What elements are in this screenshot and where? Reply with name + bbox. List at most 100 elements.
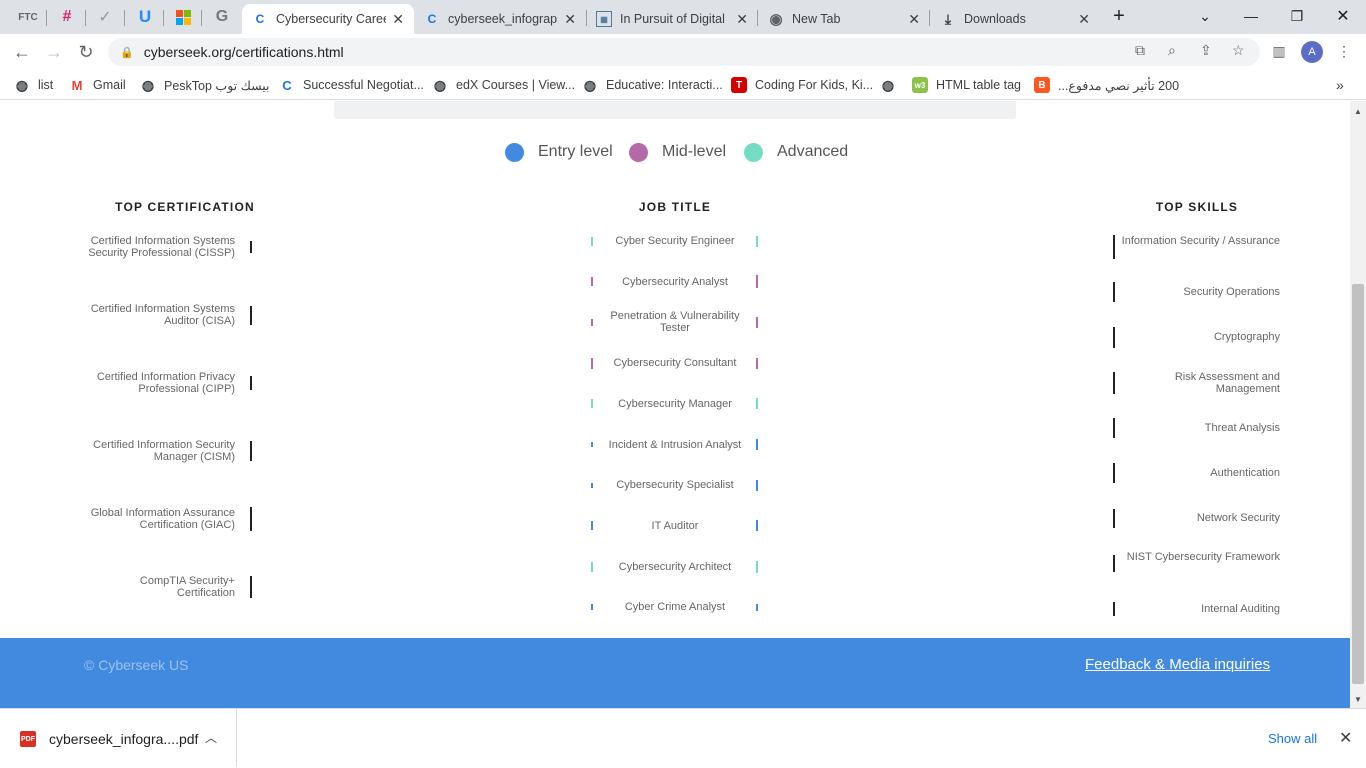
feedback-media-link[interactable]: Feedback & Media inquiries [1085,656,1270,673]
bookmark-edx[interactable]: ◍ edX Courses | View... [432,76,575,94]
minimize-button[interactable]: — [1228,0,1274,32]
tab-separator [85,10,86,26]
skill-bar [1113,601,1115,616]
chevron-up-icon[interactable]: ︿ [205,729,217,746]
close-tab-icon[interactable]: ✕ [736,11,748,28]
pinned-tab-microsoft[interactable] [168,4,198,30]
ftc-icon: FTC [18,11,38,23]
bookmark-blogger[interactable]: B 200 تأثير نصي مدفوع... [1034,76,1179,94]
pinned-tab-slack[interactable]: # [52,4,82,30]
job-bar-left [591,318,593,326]
globe-icon: ◍ [583,76,597,93]
image-icon: ▦ [596,11,612,27]
forward-button[interactable]: → [40,38,68,66]
vertical-scrollbar[interactable]: ▲ ▼ [1350,101,1366,708]
slack-icon: # [62,8,72,25]
c-logo-icon: C [282,77,292,93]
certification-bar [250,507,252,531]
menu-button[interactable]: ⋮ [1333,40,1355,62]
share-icon[interactable]: ⇪ [1200,42,1212,59]
reload-button[interactable]: ↻ [72,38,100,66]
job-bar-right [756,275,758,289]
job-title-label: Cybersecurity Specialist [616,479,734,492]
job-bar-left [591,357,593,369]
tab-separator [46,10,47,26]
certification-label: CompTIA Security+ Certification [139,575,235,599]
bookmark-tynker[interactable]: T Coding For Kids, Ki... [731,76,873,94]
close-tab-icon[interactable]: ✕ [392,11,404,28]
tab-search-button[interactable]: ⌄ [1182,0,1228,32]
bookmark-html-table-tag[interactable]: w3 HTML table tag [912,76,1021,94]
pinned-tab-tasks[interactable]: ✓ [90,4,120,30]
job-bar-right [756,603,758,611]
close-tab-icon[interactable]: ✕ [1078,11,1090,28]
scroll-down-arrow-icon[interactable]: ▼ [1353,695,1363,704]
close-download-bar-icon[interactable]: ✕ [1339,728,1352,748]
checkmark-icon: ✓ [98,9,112,26]
u-logo-icon: U [138,7,152,26]
job-bar-left [591,561,593,572]
bookmark-label: HTML table tag [936,78,1021,92]
job-title-header: JOB TITLE [638,200,712,214]
entry-level-dot [505,142,524,162]
tab-cybersecurity-careers[interactable]: C Cybersecurity Caree ✕ [242,4,414,34]
bookmark-list[interactable]: ◍ list [14,76,53,94]
pinned-tab-ftc[interactable]: FTC [13,4,43,30]
tab-in-pursuit-of-digital[interactable]: ▦ In Pursuit of Digital ✕ [586,4,758,34]
address-bar[interactable]: 🔒 cyberseek.org/certifications.html ⧉ ⌕ … [108,38,1260,66]
close-tab-icon[interactable]: ✕ [564,11,576,28]
skill-label: Internal Auditing [1201,602,1280,615]
download-item[interactable]: PDF cyberseek_infogra....pdf ︿ [0,709,237,767]
skill-label: Information Security / Assurance [1121,235,1280,247]
job-title-label: Cybersecurity Manager [618,397,732,410]
bookmark-pesktop[interactable]: ◍ PeskTop بيسك توب [140,76,270,94]
job-bar-right [756,479,758,491]
scroll-up-arrow-icon[interactable]: ▲ [1353,107,1363,116]
restore-icon: ❐ [1290,7,1304,24]
tab-downloads[interactable]: ⤓ Downloads ✕ [930,4,1100,34]
pinned-tab-webflow[interactable]: U [130,4,160,30]
job-title-label: Cybersecurity Consultant [613,357,737,370]
tab-title: cyberseek_infograph [448,12,559,26]
translate-icon[interactable]: ⧉ [1135,42,1145,59]
bookmark-label: Educative: Interacti... [606,78,723,92]
new-tab-button[interactable]: + [1096,0,1142,32]
certification-label: Certified Information Security Manager (… [93,439,235,463]
pinned-tab-google[interactable]: G [207,4,237,30]
tab-new-tab[interactable]: ◉ New Tab ✕ [758,4,930,34]
skill-bar [1113,463,1115,483]
more-bookmarks-button[interactable]: » [1336,76,1344,94]
profile-avatar[interactable]: A [1301,41,1323,63]
tab-cyberseek-infographic[interactable]: C cyberseek_infograph ✕ [414,4,586,34]
job-bar-left [591,442,593,447]
scroll-thumb[interactable] [1352,284,1364,684]
show-all-downloads-button[interactable]: Show all [1268,731,1317,746]
zoom-icon[interactable]: ⌕ [1168,42,1176,59]
chevron-down-icon: ⌄ [1199,7,1211,24]
reload-icon: ↻ [78,41,94,62]
copyright-text: © Cyberseek US [84,657,189,673]
blogger-icon: B [1034,77,1050,93]
url-text: cyberseek.org/certifications.html [143,44,344,60]
bookmark-educative[interactable]: ◍ Educative: Interacti... [582,76,723,94]
arrow-right-icon: → [45,41,63,62]
skill-label: Security Operations [1183,286,1280,299]
bookmark-label: Successful Negotiat... [303,78,424,92]
job-bar-left [591,604,593,611]
bookmark-label: edX Courses | View... [456,78,576,92]
back-button[interactable]: ← [8,38,36,66]
tab-title: Downloads [964,12,1026,26]
bookmark-gmail[interactable]: M Gmail [69,76,126,94]
bookmark-globe[interactable]: ◍ [880,76,904,94]
close-tab-icon[interactable]: ✕ [908,11,920,28]
plus-icon: + [1113,4,1125,27]
side-panel-button[interactable]: ▥ [1268,40,1290,62]
close-window-button[interactable]: ✕ [1320,0,1366,32]
bookmark-successful-negotiation[interactable]: C Successful Negotiat... [279,76,424,94]
bookmark-star-icon[interactable]: ☆ [1232,42,1245,59]
restore-button[interactable]: ❐ [1274,0,1320,32]
chrome-icon: ◉ [769,11,783,28]
bookmark-label: list [38,78,54,92]
pdf-file-icon: PDF [20,731,36,747]
globe-icon: ◍ [433,76,447,93]
